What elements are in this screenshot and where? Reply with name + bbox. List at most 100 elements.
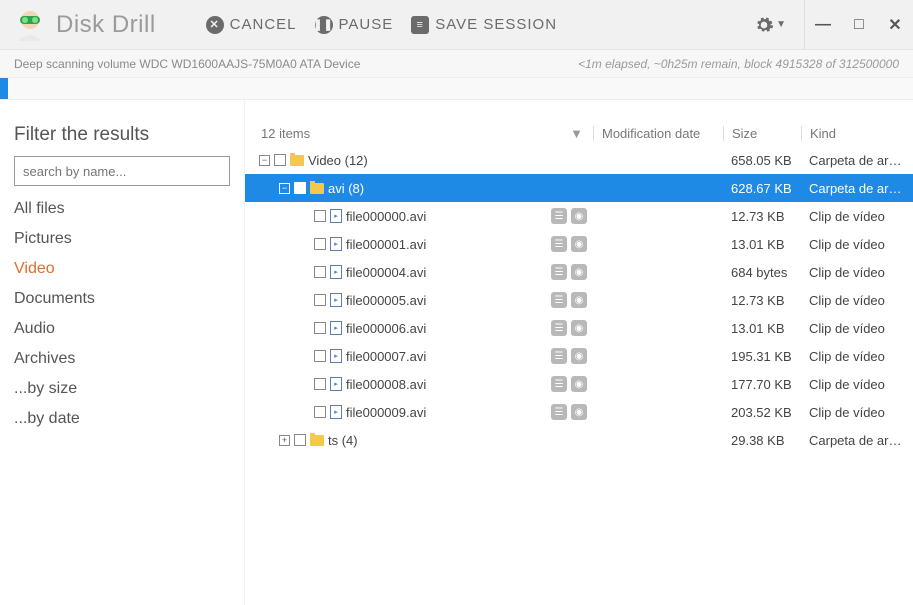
item-name: file000001.avi [346, 237, 426, 252]
collapse-icon[interactable]: − [279, 183, 290, 194]
status-bar: Deep scanning volume WDC WD1600AAJS-75M0… [0, 50, 913, 78]
expand-icon[interactable]: + [279, 435, 290, 446]
window-controls: — □ ✕ [804, 0, 913, 50]
name-cell: ▸file000006.avi☰◉ [255, 320, 593, 336]
search-input[interactable] [14, 156, 230, 186]
filter-item[interactable]: Documents [14, 290, 230, 308]
file-row[interactable]: ▸file000001.avi☰◉13.01 KBClip de vídeo [245, 230, 913, 258]
file-row[interactable]: ▸file000006.avi☰◉13.01 KBClip de vídeo [245, 314, 913, 342]
column-kind[interactable]: Kind [801, 126, 903, 141]
recover-icon[interactable]: ◉ [571, 292, 587, 308]
recover-icon[interactable]: ◉ [571, 236, 587, 252]
kind-cell: Clip de vídeo [801, 293, 903, 308]
preview-icon[interactable]: ☰ [551, 236, 567, 252]
file-row[interactable]: ▸file000007.avi☰◉195.31 KBClip de vídeo [245, 342, 913, 370]
checkbox[interactable] [314, 294, 326, 306]
folder-row[interactable]: +ts (4)29.38 KBCarpeta de arc... [245, 426, 913, 454]
pause-button[interactable]: ❚❚ PAUSE [315, 16, 394, 34]
main-area: Filter the results All files Pictures Vide… [0, 100, 913, 605]
recover-icon[interactable]: ◉ [571, 376, 587, 392]
cancel-icon: ✕ [206, 16, 224, 34]
pause-label: PAUSE [339, 16, 394, 33]
recover-icon[interactable]: ◉ [571, 404, 587, 420]
size-cell: 29.38 KB [723, 433, 801, 448]
toolbar-actions: ✕ CANCEL ❚❚ PAUSE ≡ SAVE SESSION [206, 16, 557, 34]
checkbox[interactable] [274, 154, 286, 166]
preview-icon[interactable]: ☰ [551, 208, 567, 224]
column-name[interactable]: 12 items ▼ [255, 126, 593, 141]
item-count-label: 12 items [261, 126, 310, 141]
collapse-icon[interactable]: − [259, 155, 270, 166]
checkbox[interactable] [314, 350, 326, 362]
close-button[interactable]: ✕ [877, 0, 913, 50]
recover-icon[interactable]: ◉ [571, 264, 587, 280]
file-row[interactable]: ▸file000005.avi☰◉12.73 KBClip de vídeo [245, 286, 913, 314]
recover-icon[interactable]: ◉ [571, 320, 587, 336]
size-cell: 12.73 KB [723, 293, 801, 308]
titlebar: Disk Drill ✕ CANCEL ❚❚ PAUSE ≡ SAVE SESS… [0, 0, 913, 50]
folder-icon [290, 155, 304, 166]
file-row[interactable]: ▸file000004.avi☰◉684 bytesClip de vídeo [245, 258, 913, 286]
file-tree: −Video (12)658.05 KBCarpeta de arc...−av… [245, 146, 913, 454]
folder-row[interactable]: −Video (12)658.05 KBCarpeta de arc... [245, 146, 913, 174]
filter-item[interactable]: Video [14, 260, 230, 278]
minimize-button[interactable]: — [805, 0, 841, 50]
app-title: Disk Drill [56, 11, 156, 39]
video-file-icon: ▸ [330, 405, 342, 419]
sort-arrow-icon[interactable]: ▼ [570, 126, 583, 141]
save-session-label: SAVE SESSION [435, 16, 557, 33]
item-name: file000009.avi [346, 405, 426, 420]
preview-icon[interactable]: ☰ [551, 376, 567, 392]
status-progress-text: <1m elapsed, ~0h25m remain, block 491532… [578, 57, 899, 71]
filter-item[interactable]: Archives [14, 350, 230, 368]
preview-icon[interactable]: ☰ [551, 320, 567, 336]
gear-icon [754, 15, 774, 35]
item-name: ts (4) [328, 433, 358, 448]
checkbox[interactable] [314, 266, 326, 278]
name-cell: −Video (12) [255, 153, 593, 168]
file-row[interactable]: ▸file000000.avi☰◉12.73 KBClip de vídeo [245, 202, 913, 230]
folder-icon [310, 183, 324, 194]
file-row[interactable]: ▸file000008.avi☰◉177.70 KBClip de vídeo [245, 370, 913, 398]
results-panel: 12 items ▼ Modification date Size Kind −… [245, 100, 913, 605]
video-file-icon: ▸ [330, 377, 342, 391]
checkbox[interactable] [294, 434, 306, 446]
checkbox[interactable] [314, 210, 326, 222]
filter-item[interactable]: Pictures [14, 230, 230, 248]
recover-icon[interactable]: ◉ [571, 208, 587, 224]
item-name: file000000.avi [346, 209, 426, 224]
preview-icon[interactable]: ☰ [551, 348, 567, 364]
checkbox[interactable] [314, 238, 326, 250]
kind-cell: Carpeta de arc... [801, 181, 903, 196]
active-tab-indicator [0, 78, 8, 99]
filter-item[interactable]: Audio [14, 320, 230, 338]
kind-cell: Clip de vídeo [801, 321, 903, 336]
preview-icon[interactable]: ☰ [551, 404, 567, 420]
filter-item[interactable]: ...by date [14, 410, 230, 428]
checkbox[interactable] [314, 378, 326, 390]
status-scan-text: Deep scanning volume WDC WD1600AAJS-75M0… [14, 57, 360, 71]
name-cell: + ts (4) [255, 433, 593, 448]
save-session-button[interactable]: ≡ SAVE SESSION [411, 16, 557, 34]
maximize-button[interactable]: □ [841, 0, 877, 50]
kind-cell: Carpeta de arc... [801, 153, 903, 168]
cancel-label: CANCEL [230, 16, 297, 33]
preview-icon[interactable]: ☰ [551, 292, 567, 308]
column-size[interactable]: Size [723, 126, 801, 141]
name-cell: ▸ file000009.avi ☰◉ [255, 404, 593, 420]
checkbox[interactable] [314, 406, 326, 418]
filter-item[interactable]: ...by size [14, 380, 230, 398]
cancel-button[interactable]: ✕ CANCEL [206, 16, 297, 34]
name-cell: −avi (8) [255, 181, 593, 196]
checkbox[interactable] [314, 322, 326, 334]
filter-title: Filter the results [14, 124, 230, 146]
filter-item[interactable]: All files [14, 200, 230, 218]
file-row[interactable]: ▸file000009.avi☰◉203.52 KBClip de vídeo [245, 398, 913, 426]
folder-row[interactable]: −avi (8)628.67 KBCarpeta de arc... [245, 174, 913, 202]
checkbox[interactable] [294, 182, 306, 194]
recover-icon[interactable]: ◉ [571, 348, 587, 364]
settings-button[interactable]: ▼ [736, 15, 804, 35]
video-file-icon: ▸ [330, 209, 342, 223]
preview-icon[interactable]: ☰ [551, 264, 567, 280]
column-date[interactable]: Modification date [593, 126, 723, 141]
